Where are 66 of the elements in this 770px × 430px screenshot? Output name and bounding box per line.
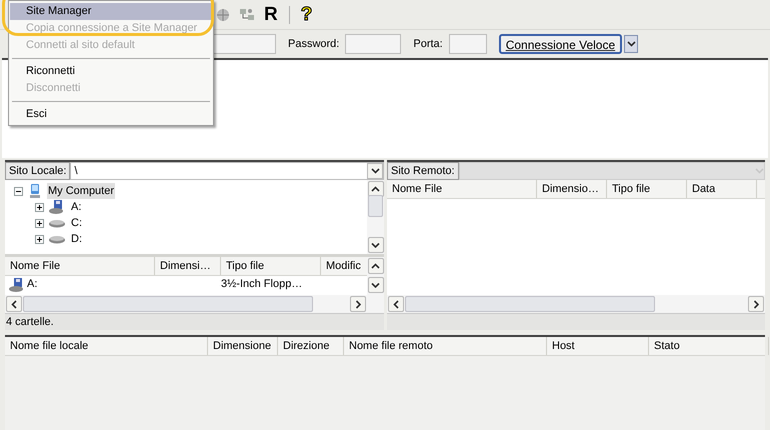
scroll-button[interactable] xyxy=(368,181,384,197)
menu-item[interactable]: Riconnetti xyxy=(10,63,212,80)
column-header[interactable]: Tipo file xyxy=(226,258,264,274)
scroll-button[interactable] xyxy=(388,296,404,312)
scrollbar-thumb[interactable] xyxy=(368,195,383,217)
collapse-toggle-icon[interactable] xyxy=(14,186,23,196)
column-header[interactable]: Stato xyxy=(654,338,680,354)
field-label: Password: xyxy=(288,36,340,52)
input-field[interactable] xyxy=(345,34,402,54)
column-header[interactable]: Direzione xyxy=(283,338,330,354)
table-cell-text: 3½-Inch Flopp… xyxy=(221,277,302,292)
scroll-up-icon xyxy=(371,263,380,269)
column-header[interactable]: Dimensione xyxy=(213,338,272,354)
quick-connect-button[interactable]: Connessione Veloce xyxy=(498,34,622,54)
site-label: Sito Locale: xyxy=(5,162,70,180)
input-field[interactable] xyxy=(448,34,487,54)
scroll-button[interactable] xyxy=(350,296,366,312)
globe-icon[interactable] xyxy=(216,6,230,22)
scroll-button[interactable] xyxy=(748,296,764,312)
expand-toggle-icon[interactable] xyxy=(35,234,44,244)
caret-icon xyxy=(626,41,636,47)
caret-icon xyxy=(755,168,764,174)
expand-toggle-icon[interactable] xyxy=(35,218,44,228)
column-header[interactable]: Dimensio… xyxy=(542,180,599,198)
tree-item[interactable]: C: xyxy=(70,214,83,232)
field-label: Porta: xyxy=(413,36,443,52)
scroll-button[interactable] xyxy=(6,296,22,312)
scroll-up-icon xyxy=(371,186,380,192)
tree-item[interactable]: My Computer xyxy=(47,182,116,200)
computer-icon xyxy=(27,183,43,199)
toolbar-glyph[interactable]: R xyxy=(264,5,278,24)
table-cell-text: A: xyxy=(27,277,38,292)
column-header[interactable]: Nome file locale xyxy=(10,338,88,354)
scroll-down-icon xyxy=(371,282,380,288)
floppy-drive-icon xyxy=(8,276,26,292)
column-header[interactable]: Host xyxy=(552,338,575,354)
column-header[interactable]: Data xyxy=(692,180,716,198)
path-text: \ xyxy=(74,164,78,179)
scrollbar-thumb[interactable] xyxy=(23,296,313,312)
scroll-button[interactable] xyxy=(368,237,384,253)
column-header[interactable]: Nome File xyxy=(10,258,60,274)
scroll-left-icon xyxy=(11,300,17,308)
scroll-left-icon xyxy=(393,300,399,308)
scroll-down-icon xyxy=(371,242,380,248)
column-header[interactable]: Dimensi… xyxy=(160,258,211,274)
scroll-button[interactable] xyxy=(368,258,384,274)
column-header[interactable]: Nome file remoto xyxy=(349,338,433,354)
column-header[interactable]: Nome File xyxy=(392,180,442,198)
scroll-button[interactable] xyxy=(368,277,384,293)
scrollbar-thumb[interactable] xyxy=(405,296,655,312)
tree-item[interactable]: D: xyxy=(70,230,83,248)
tree-item[interactable]: A: xyxy=(70,198,82,216)
status-text: 4 cartelle. xyxy=(6,314,54,330)
dropdown-button[interactable] xyxy=(624,35,638,53)
floppy-drive-icon xyxy=(48,199,66,215)
menu-item[interactable]: Esci xyxy=(10,106,212,123)
column-header[interactable]: Tipo file xyxy=(612,180,650,198)
caret-icon xyxy=(370,168,380,174)
menu-item[interactable]: Site Manager xyxy=(10,3,212,20)
path-combo[interactable]: \ xyxy=(70,162,384,180)
network-icon[interactable] xyxy=(238,6,256,22)
column-header[interactable]: Modific xyxy=(326,258,361,274)
scroll-right-icon xyxy=(355,300,361,308)
expand-toggle-icon[interactable] xyxy=(35,202,44,212)
scroll-right-icon xyxy=(753,300,759,308)
site-label: Sito Remoto: xyxy=(387,162,459,180)
